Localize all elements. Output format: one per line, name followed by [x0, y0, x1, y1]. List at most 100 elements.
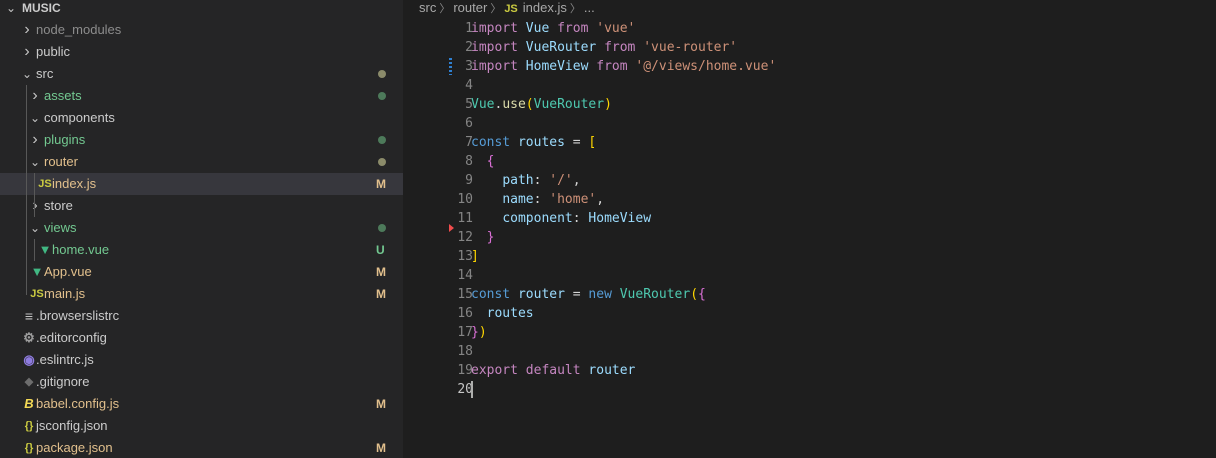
line-number: 17: [457, 325, 473, 340]
code-text: component: HomeView: [502, 211, 652, 226]
file-item[interactable]: ▼ home.vue U: [0, 239, 403, 261]
file-item[interactable]: ◆ .gitignore: [0, 371, 403, 393]
code-line[interactable]: 7 const routes = [: [403, 133, 1216, 152]
git-status-dot: [378, 70, 386, 78]
git-status-badge: M: [376, 397, 386, 411]
code-line[interactable]: 5 Vue.use(VueRouter): [403, 95, 1216, 114]
tree-item-label: App.vue: [44, 264, 92, 279]
git-status-badge: M: [376, 441, 386, 455]
tree-item-label: .editorconfig: [36, 330, 107, 345]
line-number: 3: [465, 59, 473, 74]
text-cursor: [471, 381, 473, 398]
line-number: 9: [465, 173, 473, 188]
js-file-icon: JS: [504, 3, 518, 15]
folder-item[interactable]: › plugins: [0, 129, 403, 151]
folder-item[interactable]: ⌄ views: [0, 217, 403, 239]
code-text: import VueRouter from 'vue-router': [471, 40, 738, 55]
folder-item[interactable]: ⌄ router: [0, 151, 403, 173]
chevron-right-icon: ›: [24, 21, 30, 38]
tree-item-label: jsconfig.json: [36, 418, 108, 433]
code-line[interactable]: 6: [403, 114, 1216, 133]
breadcrumb: src 〉 router 〉 JS index.js 〉...: [419, 0, 595, 18]
line-number: 14: [457, 268, 473, 283]
tree-item-label: plugins: [44, 132, 86, 147]
file-item[interactable]: ⚙ .editorconfig: [0, 327, 403, 349]
breadcrumb-item-src[interactable]: src: [419, 0, 436, 16]
folder-item[interactable]: ⌄ components: [0, 107, 403, 129]
tree-item-label: .browserslistrc: [36, 308, 120, 323]
tree-item-label: views: [44, 220, 77, 235]
code-text: import Vue from 'vue': [471, 21, 636, 36]
code-line[interactable]: 4: [403, 76, 1216, 95]
code-line[interactable]: 9 path: '/',: [403, 171, 1216, 190]
file-item[interactable]: JS main.js M: [0, 283, 403, 305]
code-line[interactable]: 3 import HomeView from '@/views/home.vue': [403, 57, 1216, 76]
indent-guide: [34, 239, 35, 261]
tree-item-label: store: [44, 198, 73, 213]
code-line[interactable]: 11 component: HomeView: [403, 209, 1216, 228]
code-line[interactable]: 12 }: [403, 228, 1216, 247]
file-item[interactable]: ≡ .browserslistrc: [0, 305, 403, 327]
tree-item-label: babel.config.js: [36, 396, 120, 411]
tree-item-label: components: [44, 110, 115, 125]
git-status-badge: M: [376, 265, 386, 279]
breadcrumb-item-more[interactable]: ...: [584, 0, 595, 16]
explorer-root[interactable]: ⌄ MUSIC: [0, 0, 403, 19]
file-item[interactable]: JS index.js M: [0, 173, 403, 195]
chevron-right-icon: 〉: [439, 3, 451, 15]
code-line[interactable]: 19 export default router: [403, 361, 1216, 380]
tree-item-label: home.vue: [52, 242, 110, 257]
chevron-down-icon: ⌄: [21, 67, 33, 81]
folder-item[interactable]: ›store: [0, 195, 403, 217]
code-text: }): [471, 325, 487, 340]
file-item[interactable]: ▼ App.vue M: [0, 261, 403, 283]
code-line[interactable]: 2 import VueRouter from 'vue-router': [403, 38, 1216, 57]
code-line[interactable]: 15 const router = new VueRouter({: [403, 285, 1216, 304]
code-line[interactable]: 14: [403, 266, 1216, 285]
git-status-dot: [378, 224, 386, 232]
folder-item[interactable]: › public: [0, 41, 403, 63]
code-text: export default router: [471, 363, 636, 378]
line-number: 2: [465, 40, 473, 55]
tree-item-label: node_modules: [36, 22, 122, 37]
line-number: 5: [465, 97, 473, 112]
code-line[interactable]: 13]: [403, 247, 1216, 266]
code-line[interactable]: 18: [403, 342, 1216, 361]
indent-guide: [26, 85, 27, 295]
folder-item[interactable]: › assets: [0, 85, 403, 107]
breadcrumb-item-file[interactable]: index.js: [523, 0, 567, 16]
code-line[interactable]: 16 routes: [403, 304, 1216, 323]
code-line[interactable]: 10 name: 'home',: [403, 190, 1216, 209]
gutter-deleted-marker: [449, 224, 454, 232]
file-item[interactable]: ◉ .eslintrc.js: [0, 349, 403, 371]
code-text: ]: [471, 249, 479, 264]
breadcrumb-item-router[interactable]: router: [453, 0, 487, 16]
editor-pane[interactable]: src 〉 router 〉 JS index.js 〉... 1 import Vue fr…: [403, 0, 1216, 458]
explorer-sidebar: ⌄ MUSIC › node_modules › public ⌄ src › assets ⌄…: [0, 0, 403, 458]
code-line[interactable]: 20: [403, 380, 1216, 399]
code-text: {: [486, 154, 495, 169]
code-line[interactable]: 1 import Vue from 'vue': [403, 19, 1216, 38]
file-item[interactable]: {} package.json M: [0, 437, 403, 458]
folder-item[interactable]: ⌄ src: [0, 63, 403, 85]
tree-item-label: package.json: [36, 440, 113, 455]
code-line[interactable]: 17}): [403, 323, 1216, 342]
chevron-right-icon: ›: [32, 87, 38, 104]
line-number: 4: [465, 78, 473, 93]
tree-item-label: .eslintrc.js: [36, 352, 94, 367]
git-status-dot: [378, 158, 386, 166]
chevron-right-icon: ›: [24, 43, 30, 60]
chevron-right-icon: ›: [32, 131, 38, 148]
file-item[interactable]: Bbabel.config.js M: [0, 393, 403, 415]
code-text: const routes = [: [471, 135, 597, 150]
code-text: }: [486, 230, 495, 245]
code-text: const router = new VueRouter({: [471, 287, 706, 302]
code-line[interactable]: 8 {: [403, 152, 1216, 171]
file-item[interactable]: {} jsconfig.json: [0, 415, 403, 437]
chevron-down-icon: ⌄: [29, 111, 41, 125]
chevron-down-icon: ⌄: [29, 221, 41, 235]
folder-item[interactable]: › node_modules: [0, 19, 403, 41]
line-number: 13: [457, 249, 473, 264]
gutter-modified-marker: [449, 58, 452, 75]
line-number: 20: [457, 382, 473, 397]
